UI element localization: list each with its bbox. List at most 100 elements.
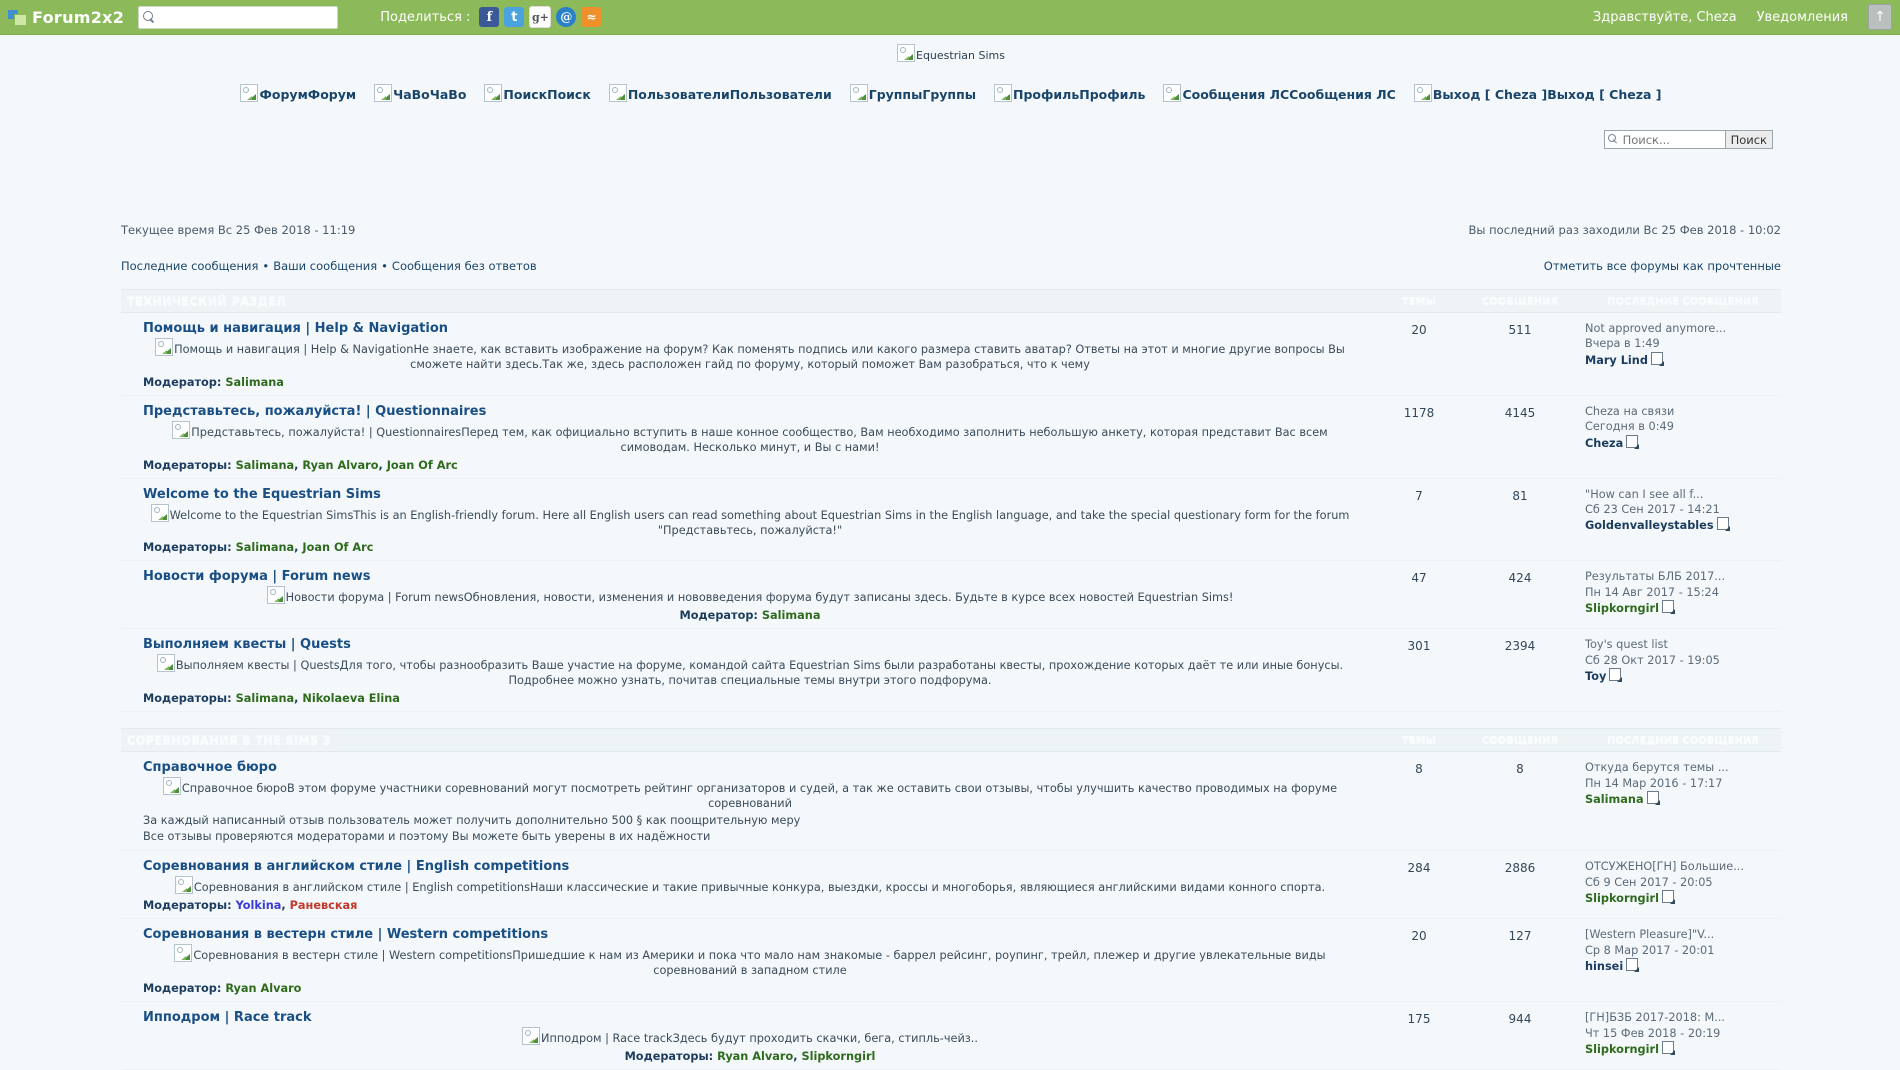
forum-search-input[interactable] — [1620, 131, 1722, 148]
last-post-title[interactable]: Результаты БЛБ 2017... — [1585, 569, 1781, 584]
last-post-title[interactable]: ОТСУЖЕНО[ГН] Большие... — [1585, 859, 1781, 874]
forum2x2-logo[interactable]: Forum2x2 — [0, 8, 134, 27]
last-post-author-link[interactable]: Toy — [1585, 670, 1606, 683]
nav-link-7[interactable]: Сообщения ЛССообщения ЛС — [1163, 84, 1396, 102]
nav-link-2[interactable]: ЧаВоЧаВо — [374, 84, 466, 102]
last-post-title[interactable]: [ГН]БЗБ 2017-2018: М... — [1585, 1010, 1781, 1025]
forum-moderators: Модератор: Salimana — [143, 376, 1357, 389]
goto-last-post-icon[interactable] — [1646, 790, 1660, 805]
moderator-link[interactable]: Раневская — [290, 899, 358, 912]
forum-row: Соревнования в английском стиле | Englis… — [121, 851, 1781, 920]
global-search-input[interactable] — [159, 7, 334, 27]
forum-name-link[interactable]: Welcome to the Equestrian Sims — [143, 487, 1357, 502]
forum-description-text: Обновления, новости, изменения и нововве… — [463, 591, 1234, 605]
forum-name-link[interactable]: Выполняем квесты | Quests — [143, 637, 1357, 652]
forum-row: Справочное бюро Справочное бюроВ этом фор… — [121, 752, 1781, 852]
goto-last-post-icon[interactable] — [1650, 351, 1664, 366]
goto-last-post-icon[interactable] — [1609, 668, 1623, 683]
last-post-author-link[interactable]: Cheza — [1585, 437, 1623, 450]
moderator-link[interactable]: Joan Of Arc — [302, 541, 373, 554]
last-post-author-link[interactable]: Mary Lind — [1585, 354, 1648, 367]
moderator-link[interactable]: Ryan Alvaro — [225, 982, 301, 995]
global-search-field[interactable] — [138, 5, 339, 29]
moderator-link[interactable]: Salimana — [762, 609, 821, 622]
notifications-link[interactable]: Уведомления — [1757, 10, 1848, 25]
last-post-title[interactable]: "How can I see all f... — [1585, 487, 1781, 502]
twitter-icon[interactable]: t — [504, 7, 525, 27]
forum-info-cell: Новости форума | Forum news Новости форум… — [121, 569, 1373, 622]
quick-link-2[interactable]: Ваши сообщения — [273, 259, 377, 273]
last-post-author-link[interactable]: Slipkorngirl — [1585, 1043, 1659, 1056]
moderator-link[interactable]: Ryan Alvaro — [302, 459, 378, 472]
forum-description-alt-text: Соревнования в вестерн стиле | Western c… — [193, 949, 513, 963]
quick-link-3[interactable]: Сообщения без ответов — [392, 259, 537, 273]
quick-link-separator: • — [262, 259, 270, 273]
forum-search-field[interactable] — [1603, 130, 1726, 149]
google-plus-icon[interactable]: g+ — [529, 6, 552, 28]
forum2x2-brand-label: Forum2x2 — [32, 7, 125, 27]
broken-image-icon — [849, 84, 868, 102]
forum-last-post-cell: Результаты БЛБ 2017... Пн 14 Авг 2017 - 1… — [1575, 569, 1781, 616]
last-post-author-link[interactable]: hinsei — [1585, 960, 1623, 973]
quick-link-1[interactable]: Последние сообщения — [121, 259, 258, 273]
nav-link-6[interactable]: ПрофильПрофиль — [994, 84, 1145, 102]
forum-description-text: Пришедшие к нам из Америки и пока что ма… — [512, 949, 1326, 978]
nav-link-3[interactable]: ПоискПоиск — [484, 84, 591, 102]
last-post-title[interactable]: Cheza на связи — [1585, 404, 1781, 419]
forum-name-link[interactable]: Соревнования в вестерн стиле | Western c… — [143, 927, 1357, 942]
moderators-label: Модератор: — [143, 375, 226, 389]
last-post-author-link[interactable]: Slipkorngirl — [1585, 602, 1659, 615]
moderator-link[interactable]: Yolkina — [236, 899, 282, 912]
moderator-link[interactable]: Salimana — [236, 459, 295, 472]
last-visit-label: Вы последний раз заходили Вс 25 Фев 2018… — [1468, 223, 1781, 237]
goto-last-post-icon[interactable] — [1626, 434, 1640, 449]
forum-topics-count: 1178 — [1403, 405, 1435, 420]
moderator-link[interactable]: Salimana — [236, 541, 295, 554]
nav-link-alt-text: Форум — [259, 87, 308, 102]
forum-name-link[interactable]: Помощь и навигация | Help & Navigation — [143, 321, 1357, 336]
goto-last-post-icon[interactable] — [1716, 517, 1730, 532]
goto-last-post-icon[interactable] — [1661, 890, 1675, 905]
moderator-link[interactable]: Salimana — [236, 692, 295, 705]
mark-all-read-link[interactable]: Отметить все форумы как прочтенные — [1544, 259, 1781, 273]
nav-link-8[interactable]: Выход [ Cheza ]Выход [ Cheza ] — [1413, 84, 1662, 102]
category-title[interactable]: Соревнования в The Sims 3 — [127, 733, 1373, 747]
nav-link-5[interactable]: ГруппыГруппы — [849, 84, 976, 102]
forum-name-link[interactable]: Соревнования в английском стиле | Englis… — [143, 859, 1357, 874]
category-title[interactable]: Технический раздел — [127, 294, 1373, 308]
goto-last-post-icon[interactable] — [1626, 958, 1640, 973]
forum-info-cell: Выполняем квесты | Quests Выполняем квест… — [121, 637, 1373, 705]
nav-link-1[interactable]: ФорумФорум — [240, 84, 356, 102]
last-post-title[interactable]: Not approved anymore... — [1585, 321, 1781, 336]
greeting-link[interactable]: Здравствуйте, Cheza — [1593, 10, 1737, 25]
email-icon[interactable]: @ — [556, 7, 577, 27]
last-post-title[interactable]: [Western Pleasure]"V... — [1585, 927, 1781, 942]
last-post-author-link[interactable]: Slipkorngirl — [1585, 892, 1659, 905]
nav-link-4[interactable]: ПользователиПользователи — [608, 84, 832, 102]
last-post-author-link[interactable]: Goldenvalleystables — [1585, 519, 1714, 532]
last-post-title[interactable]: Toy's quest list — [1585, 637, 1781, 652]
forum-name-link[interactable]: Новости форума | Forum news — [143, 569, 1357, 584]
moderator-link[interactable]: Ryan Alvaro — [717, 1050, 793, 1063]
forum-search-button[interactable]: Поиск — [1725, 130, 1773, 149]
rss-icon[interactable]: ≈ — [581, 7, 602, 27]
forum-name-link[interactable]: Справочное бюро — [143, 760, 1357, 775]
last-post-title[interactable]: Откуда берутся темы ... — [1585, 760, 1781, 775]
goto-last-post-icon[interactable] — [1661, 1040, 1675, 1055]
forum-name-link[interactable]: Представьтесь, пожалуйста! | Questionnai… — [143, 404, 1357, 419]
moderator-link[interactable]: Nikolaeva Elina — [302, 692, 400, 705]
broken-image-icon — [172, 420, 191, 439]
forum-name-link[interactable]: Ипподром | Race track — [143, 1010, 1357, 1025]
moderator-link[interactable]: Salimana — [225, 376, 284, 389]
forum-info-cell: Welcome to the Equestrian Sims Welcome to… — [121, 487, 1373, 555]
forum-category-list: Технический раздел Темы Сообщения Последние… — [121, 289, 1781, 1070]
forum-description: Новости форума | Forum newsОбновления, н… — [143, 586, 1357, 606]
last-post-author-link[interactable]: Salimana — [1585, 793, 1644, 806]
goto-last-post-icon[interactable] — [1661, 600, 1675, 615]
category-header: Соревнования в The Sims 3 Темы Сообщения По… — [121, 728, 1781, 753]
scroll-to-top-button[interactable]: ↑ — [1868, 4, 1892, 30]
forum-description-alt-text: Помощь и навигация | Help & Navigation — [174, 343, 414, 356]
moderator-link[interactable]: Slipkorngirl — [801, 1050, 875, 1063]
facebook-icon[interactable]: f — [479, 7, 500, 27]
moderator-link[interactable]: Joan Of Arc — [387, 459, 458, 472]
